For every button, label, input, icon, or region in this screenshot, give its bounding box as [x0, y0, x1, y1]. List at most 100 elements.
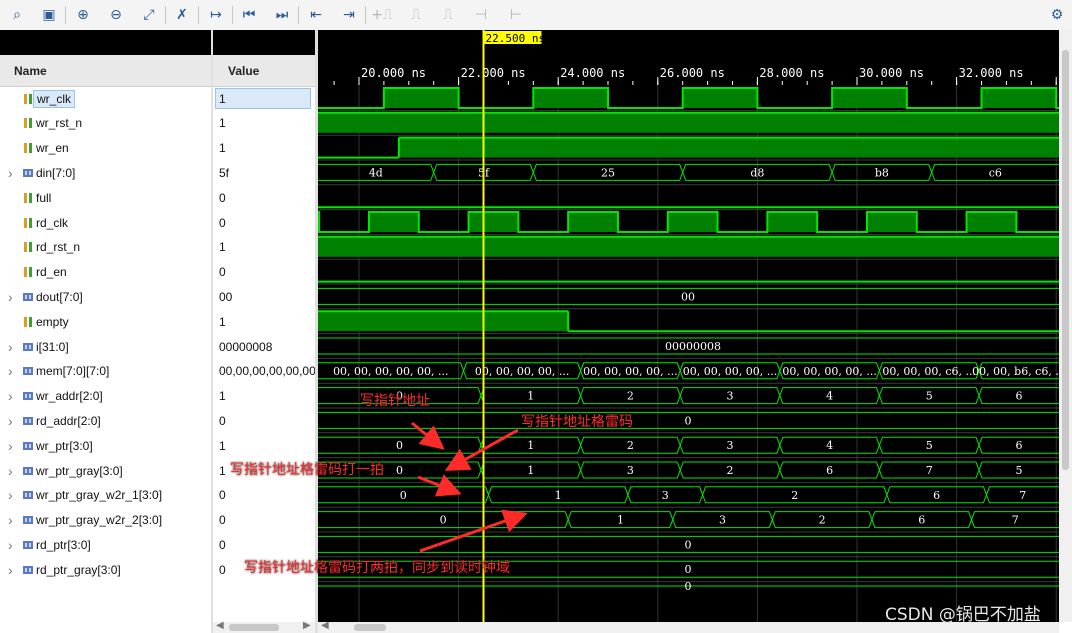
expand-chevron-icon[interactable]: › [8, 388, 18, 404]
signal-row[interactable]: rd_clk [0, 210, 211, 235]
bus-value: 00, 00, 00, 00, ... [475, 365, 569, 378]
signal-value: 5f [219, 165, 230, 180]
bus-value: c6 [989, 166, 1002, 179]
signal-row[interactable]: rd_en [0, 260, 211, 285]
swap-cursor-icon[interactable]: ⊣ [470, 4, 492, 26]
snap-icon[interactable]: ⊢ [505, 4, 527, 26]
expand-chevron-icon[interactable]: › [8, 487, 18, 503]
value-row[interactable]: 1 [213, 309, 315, 334]
value-row[interactable]: 1 [213, 136, 315, 161]
signal-row[interactable]: › dout[7:0] [0, 284, 211, 309]
wave-hscroll-thumb[interactable] [354, 624, 386, 631]
expand-chevron-icon[interactable]: › [8, 339, 18, 355]
scroll-right-arrow[interactable]: ▶ [303, 620, 311, 631]
signal-row[interactable]: › rd_ptr_gray[3:0] [0, 557, 211, 582]
value-pane-spacer [213, 30, 315, 55]
signal-name: mem[7:0][7:0] [36, 364, 110, 379]
signal-row[interactable]: wr_en [0, 136, 211, 161]
value-row[interactable]: 0 [213, 260, 315, 285]
level-fill [318, 112, 1059, 133]
value-row[interactable]: 1 [213, 235, 315, 260]
value-row[interactable]: 0 [213, 185, 315, 210]
value-row[interactable]: 1 [213, 384, 315, 409]
value-row[interactable]: 0 [213, 483, 315, 508]
waveform-canvas[interactable]: 20.000 ns 22.000 ns 24.000 ns 26.000 ns 28.0… [318, 30, 1059, 622]
signal-value: 0 [219, 413, 226, 428]
marker-icon[interactable]: ✗ [171, 4, 193, 26]
expand-chevron-icon[interactable]: › [8, 463, 18, 479]
signal-row[interactable]: › wr_ptr[3:0] [0, 433, 211, 458]
value-row[interactable]: 5f [213, 160, 315, 185]
signal-row[interactable]: › din[7:0] [0, 160, 211, 185]
signal-row[interactable]: › rd_ptr[3:0] [0, 532, 211, 557]
expand-chevron-icon[interactable]: › [8, 438, 18, 454]
value-row[interactable]: 0 [213, 532, 315, 557]
signal-value: 00,00,00,00,00,00, [219, 364, 319, 379]
signal-row[interactable]: › wr_ptr_gray[3:0] [0, 458, 211, 483]
value-row[interactable]: 00000008 [213, 334, 315, 359]
zoom-out-icon[interactable]: ⊖ [105, 4, 127, 26]
bus-value: 00, 00, b6, c6, ... [972, 365, 1059, 378]
prev-transition-icon[interactable]: ⇤ [305, 4, 327, 26]
expand-chevron-icon[interactable]: › [8, 562, 18, 578]
value-row[interactable]: 00 [213, 284, 315, 309]
bus-signal-icon [23, 342, 33, 351]
scroll-left-arrow[interactable]: ◀ [321, 620, 329, 631]
name-column-header[interactable]: Name [0, 55, 211, 87]
signal-row[interactable]: › wr_addr[2:0] [0, 384, 211, 409]
expand-chevron-icon[interactable]: › [8, 289, 18, 305]
signal-value: 1 [219, 438, 226, 453]
expand-chevron-icon[interactable]: › [8, 537, 18, 553]
expand-chevron-icon[interactable]: › [8, 512, 18, 528]
prev-marker-icon[interactable]: ⎍ [405, 4, 427, 26]
next-marker-icon[interactable]: ⎍ [437, 4, 459, 26]
value-row[interactable]: 0 [213, 508, 315, 533]
signal-row[interactable]: › mem[7:0][7:0] [0, 359, 211, 384]
value-column-header[interactable]: Value [213, 55, 315, 87]
signal-row[interactable]: wr_clk [0, 86, 211, 111]
wire-signal-icon [24, 217, 32, 228]
value-row[interactable]: 1 [213, 111, 315, 136]
signal-row[interactable]: rd_rst_n [0, 235, 211, 260]
vertical-scroll-thumb[interactable] [1062, 50, 1069, 470]
goto-cursor-icon[interactable]: ↦ [205, 4, 227, 26]
expand-chevron-icon[interactable]: › [8, 165, 18, 181]
signal-row[interactable]: empty [0, 309, 211, 334]
goto-end-icon[interactable]: ⏭ [271, 4, 293, 26]
vertical-scrollbar[interactable] [1059, 30, 1072, 622]
value-row[interactable]: 0 [213, 210, 315, 235]
settings-icon[interactable]: ⚙ [1046, 4, 1068, 26]
signal-row[interactable]: wr_rst_n [0, 111, 211, 136]
expand-chevron-icon[interactable]: › [8, 363, 18, 379]
bus-value: 1 [527, 464, 534, 477]
signal-row[interactable]: full [0, 185, 211, 210]
signal-row[interactable]: › i[31:0] [0, 334, 211, 359]
signal-row[interactable]: › rd_addr[2:0] [0, 408, 211, 433]
name-column-label: Name [14, 63, 47, 78]
value-row[interactable]: 00,00,00,00,00,00, [213, 359, 319, 384]
add-marker-icon[interactable]: +⎍ [371, 4, 393, 26]
bus-value: 1 [617, 514, 624, 527]
zoom-in-icon[interactable]: ⊕ [72, 4, 94, 26]
goto-start-icon[interactable]: ⏮ [238, 4, 260, 26]
scroll-left-arrow[interactable]: ◀ [216, 620, 224, 631]
toolbar-separator [198, 6, 199, 24]
signal-value: 1 [215, 88, 311, 109]
bus-value: 1 [527, 390, 534, 403]
search-icon[interactable]: ⌕ [6, 4, 28, 26]
value-row[interactable]: 1 [213, 86, 315, 111]
signal-row[interactable]: › wr_ptr_gray_w2r_2[3:0] [0, 508, 211, 533]
signal-row[interactable]: › wr_ptr_gray_w2r_1[3:0] [0, 483, 211, 508]
expand-chevron-icon[interactable]: › [8, 413, 18, 429]
waveform-pane[interactable]: 20.000 ns 22.000 ns 24.000 ns 26.000 ns 28.0… [318, 30, 1059, 622]
value-hscroll-thumb[interactable] [229, 624, 279, 631]
bus-value: 3 [627, 464, 634, 477]
wire-signal-icon [24, 267, 32, 278]
next-transition-icon[interactable]: ⇥ [338, 4, 360, 26]
value-hscrollbar[interactable]: ◀ ▶ [213, 620, 315, 633]
save-icon[interactable]: ▣ [38, 4, 60, 26]
value-row[interactable]: 1 [213, 433, 315, 458]
zoom-fit-icon[interactable]: ⤢ [138, 4, 160, 26]
bus-signal-icon [23, 540, 33, 549]
value-row[interactable]: 0 [213, 408, 315, 433]
